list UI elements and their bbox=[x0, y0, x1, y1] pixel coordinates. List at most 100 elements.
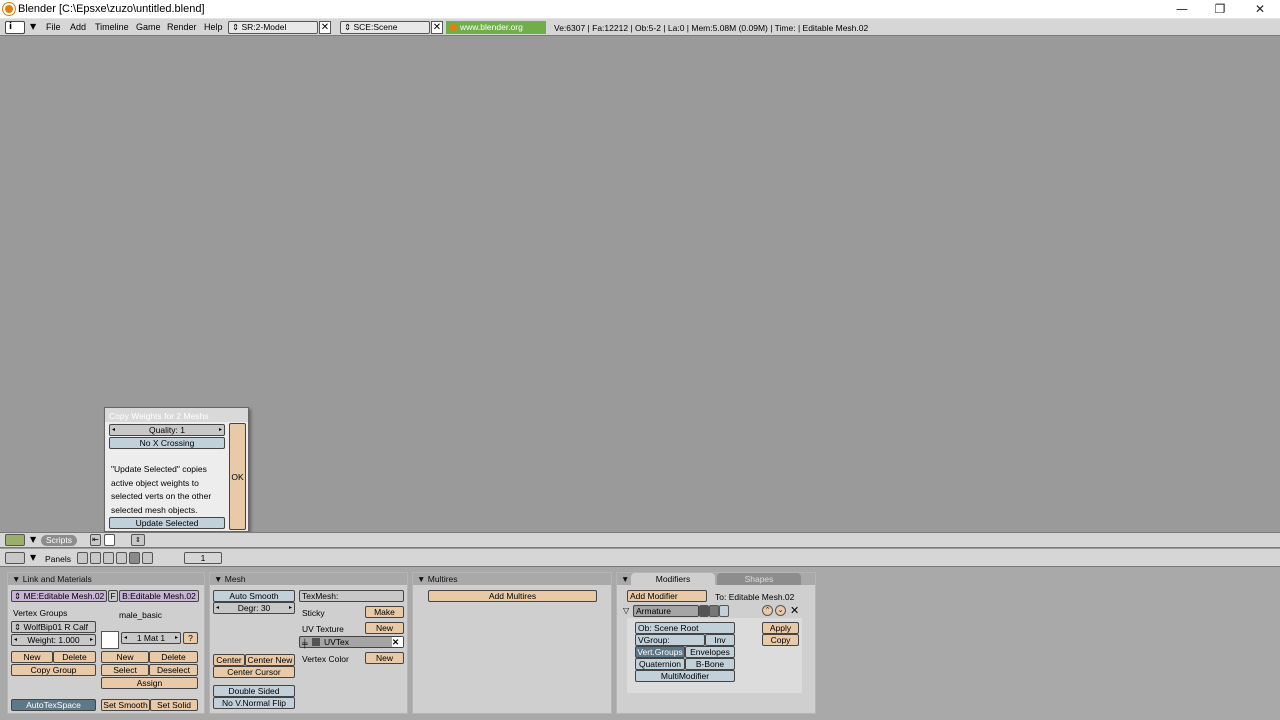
weight-field[interactable]: ◂ Weight: 1.000 ▸ bbox=[11, 634, 96, 646]
vertex-color-label: Vertex Color bbox=[302, 654, 349, 664]
vertex-group-selector[interactable]: ⇕ WolfBip01 R Calf bbox=[11, 621, 96, 633]
collapse-triangle-icon[interactable]: ▼ bbox=[12, 574, 23, 584]
select-button[interactable]: Select bbox=[101, 664, 149, 676]
right-arrow-icon: ▸ bbox=[174, 635, 178, 641]
logic-context-icon[interactable] bbox=[77, 552, 88, 564]
menu-add[interactable]: Add bbox=[70, 22, 86, 32]
script-selector[interactable]: ⇕ bbox=[131, 534, 145, 546]
render-toggle-icon[interactable] bbox=[699, 605, 709, 617]
add-multires-button[interactable]: Add Multires bbox=[428, 590, 597, 602]
apply-modifier-button[interactable]: Apply bbox=[762, 622, 799, 634]
back-arrow-icon[interactable]: ⇤ bbox=[90, 534, 101, 546]
remove-modifier-icon[interactable]: ✕ bbox=[790, 604, 799, 617]
object-field[interactable]: Ob: Scene Root bbox=[635, 622, 735, 634]
shading-context-icon[interactable] bbox=[103, 552, 114, 564]
copy-modifier-button[interactable]: Copy bbox=[762, 634, 799, 646]
update-selected-button[interactable]: Update Selected bbox=[109, 517, 225, 529]
degree-field[interactable]: ◂ Degr: 30 ▸ bbox=[213, 602, 295, 614]
delete-material-button[interactable]: Delete bbox=[149, 651, 198, 663]
deselect-button[interactable]: Deselect bbox=[149, 664, 198, 676]
ok-button[interactable]: OK bbox=[229, 423, 246, 530]
scene-selector[interactable]: ⇕ SCE:Scene bbox=[340, 21, 430, 34]
material-index-field[interactable]: ◂ 1 Mat 1 ▸ bbox=[121, 632, 181, 644]
scripts-menu[interactable]: Scripts bbox=[41, 535, 77, 546]
copy-group-button[interactable]: Copy Group bbox=[11, 664, 96, 676]
screen-selector[interactable]: ⇕ SR:2-Model bbox=[228, 21, 318, 34]
expand-modifier-triangle-icon[interactable]: ▽ bbox=[623, 606, 629, 615]
mesh-datablock-field[interactable]: ⇕ ME:Editable Mesh.02 bbox=[11, 590, 107, 602]
info-window-type-icon[interactable]: i bbox=[5, 21, 25, 34]
active-layer-icon[interactable]: ╪ bbox=[302, 638, 308, 649]
render-layer-icon[interactable] bbox=[312, 638, 320, 646]
invert-toggle[interactable]: Inv bbox=[705, 634, 735, 646]
collapse-menu-triangle-icon[interactable]: ▼ bbox=[30, 553, 36, 562]
cage-toggle-icon[interactable] bbox=[719, 605, 729, 617]
menu-game[interactable]: Game bbox=[136, 22, 161, 32]
collapse-menu-triangle-icon[interactable]: ▼ bbox=[30, 535, 36, 544]
set-smooth-button[interactable]: Set Smooth bbox=[101, 699, 150, 711]
material-help-button[interactable]: ? bbox=[183, 632, 198, 644]
double-sided-toggle[interactable]: Double Sided bbox=[213, 685, 295, 697]
menu-help[interactable]: Help bbox=[204, 22, 223, 32]
assign-button[interactable]: Assign bbox=[101, 677, 198, 689]
no-x-crossing-toggle[interactable]: No X Crossing bbox=[109, 437, 225, 449]
tab-modifiers[interactable]: Modifiers bbox=[631, 573, 715, 585]
object-name-field[interactable]: B:Editable Mesh.02 bbox=[119, 590, 199, 602]
fullscreen-toggle-icon[interactable] bbox=[104, 534, 115, 546]
uvtex-layer[interactable]: ╪ UVTex ✕ bbox=[299, 636, 404, 648]
object-context-icon[interactable] bbox=[116, 552, 127, 564]
auto-smooth-toggle[interactable]: Auto Smooth bbox=[213, 590, 295, 602]
collapse-triangle-icon[interactable]: ▼ bbox=[621, 574, 629, 584]
delete-vertex-group-button[interactable]: Delete bbox=[53, 651, 96, 663]
collapse-menu-triangle-icon[interactable]: ▼ bbox=[30, 22, 36, 31]
move-up-icon[interactable]: ⌃ bbox=[762, 605, 773, 616]
delete-screen-button[interactable]: ✕ bbox=[319, 21, 331, 34]
website-info[interactable]: www.blender.org 249.2 bbox=[446, 21, 546, 45]
page-number-field[interactable]: 1 bbox=[184, 552, 222, 564]
maximize-button[interactable]: ❐ bbox=[1200, 0, 1240, 19]
envelopes-toggle[interactable]: Envelopes bbox=[685, 646, 735, 658]
right-arrow-icon: ▸ bbox=[288, 605, 292, 611]
menu-file[interactable]: File bbox=[46, 22, 61, 32]
menu-timeline[interactable]: Timeline bbox=[95, 22, 129, 32]
vertex-color-new-button[interactable]: New bbox=[365, 652, 404, 664]
new-vertex-group-button[interactable]: New bbox=[11, 651, 53, 663]
editmode-toggle-icon[interactable] bbox=[709, 605, 719, 617]
multimodifier-toggle[interactable]: MultiModifier bbox=[635, 670, 735, 682]
collapse-triangle-icon[interactable]: ▼ bbox=[417, 574, 428, 584]
remove-uvtex-icon[interactable]: ✕ bbox=[392, 637, 403, 647]
buttons-window-type-selector[interactable] bbox=[5, 552, 25, 564]
minimize-button[interactable]: — bbox=[1162, 0, 1202, 19]
scene-context-icon[interactable] bbox=[142, 552, 153, 564]
texmesh-field[interactable]: TexMesh: bbox=[299, 590, 404, 602]
fake-user-button[interactable]: F bbox=[108, 590, 118, 602]
center-new-button[interactable]: Center New bbox=[245, 654, 295, 666]
collapse-triangle-icon[interactable]: ▼ bbox=[214, 574, 225, 584]
center-button[interactable]: Center bbox=[213, 654, 245, 666]
set-solid-button[interactable]: Set Solid bbox=[150, 699, 198, 711]
move-down-icon[interactable]: ⌄ bbox=[775, 605, 786, 616]
menu-render[interactable]: Render bbox=[167, 22, 197, 32]
uv-texture-new-button[interactable]: New bbox=[365, 622, 404, 634]
window-type-selector[interactable] bbox=[5, 534, 25, 546]
bbone-rest-toggle[interactable]: B-Bone Rest bbox=[685, 658, 735, 680]
add-modifier-menu[interactable]: Add Modifier bbox=[627, 590, 707, 602]
no-vnormal-flip-toggle[interactable]: No V.Normal Flip bbox=[213, 697, 295, 709]
popup-title: Copy Weights for 2 Meshs bbox=[109, 411, 209, 421]
quality-field[interactable]: ◂ Quality: 1 ▸ bbox=[109, 424, 225, 436]
tab-shapes[interactable]: Shapes bbox=[717, 573, 801, 585]
delete-scene-button[interactable]: ✕ bbox=[431, 21, 443, 34]
sticky-make-button[interactable]: Make bbox=[365, 606, 404, 618]
close-window-button[interactable]: ✕ bbox=[1240, 0, 1280, 19]
vgroup-field[interactable]: VGroup: bbox=[635, 634, 705, 646]
center-cursor-button[interactable]: Center Cursor bbox=[213, 666, 295, 678]
vert-groups-toggle[interactable]: Vert.Groups bbox=[635, 646, 685, 658]
quaternion-toggle[interactable]: Quaternion bbox=[635, 658, 685, 670]
editing-context-icon[interactable] bbox=[129, 552, 140, 564]
material-color-swatch[interactable] bbox=[101, 631, 119, 649]
script-context-icon[interactable] bbox=[90, 552, 101, 564]
new-material-button[interactable]: New bbox=[101, 651, 149, 663]
autotexspace-toggle[interactable]: AutoTexSpace bbox=[11, 699, 96, 711]
armature-modifier-name[interactable]: Armature bbox=[633, 605, 699, 617]
panel-title: Multires bbox=[427, 574, 458, 584]
